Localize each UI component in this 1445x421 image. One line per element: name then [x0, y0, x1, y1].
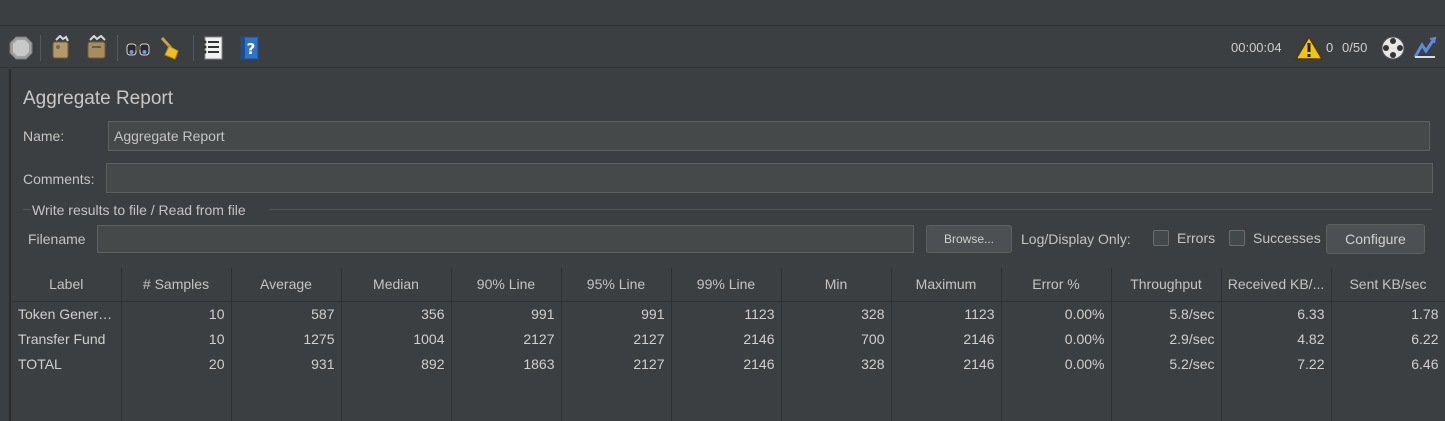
table-cell: 991 — [451, 301, 562, 326]
column-header-throughput[interactable]: Throughput — [1111, 268, 1222, 302]
page-title: Aggregate Report — [23, 88, 173, 109]
table-cell: 20 — [121, 351, 232, 376]
table-cell: 2.9/sec — [1111, 326, 1222, 351]
column-header-min[interactable]: Min — [781, 268, 892, 302]
table-cell: Transfer Fund — [12, 326, 122, 351]
table-cell: 0.00% — [1001, 351, 1112, 376]
errors-label: Errors — [1177, 230, 1216, 246]
comments-label: Comments: — [23, 171, 95, 187]
table-cell: 700 — [781, 326, 892, 351]
browse-button[interactable]: Browse... — [926, 225, 1012, 253]
table-cell: 0.00% — [1001, 326, 1112, 351]
table-empty-area — [12, 376, 1445, 421]
svg-text:?: ? — [247, 40, 256, 58]
table-cell: 1123 — [891, 301, 1002, 326]
table-cell: 2146 — [891, 351, 1002, 376]
table-cell: TOTAL — [12, 351, 122, 376]
table-cell: 328 — [781, 351, 892, 376]
table-cell: 7.22 — [1221, 351, 1332, 376]
column-header-median[interactable]: Median — [341, 268, 452, 302]
table-row[interactable]: TOTAL 20 931 892 1863 2127 2146 328 2146… — [12, 351, 1445, 376]
filename-label: Filename — [28, 231, 86, 247]
errors-checkbox[interactable] — [1153, 230, 1169, 246]
log-viewer-icon[interactable] — [1412, 35, 1438, 61]
table-cell: 991 — [561, 301, 672, 326]
column-header-maximum[interactable]: Maximum — [891, 268, 1002, 302]
warning-count: 0 — [1326, 40, 1334, 55]
table-cell: 1004 — [341, 326, 452, 351]
column-header-label[interactable]: Label — [12, 268, 122, 302]
name-label: Name: — [23, 128, 65, 144]
table-cell: 2146 — [891, 326, 1002, 351]
elapsed-time: 00:00:04 — [1231, 40, 1282, 55]
table-cell: 6.46 — [1331, 351, 1445, 376]
table-cell: 1123 — [671, 301, 782, 326]
table-cell: 4.82 — [1221, 326, 1332, 351]
column-header-90-line[interactable]: 90% Line — [451, 268, 562, 302]
table-cell: 5.8/sec — [1111, 301, 1222, 326]
group-border-left — [23, 209, 31, 210]
column-header-average[interactable]: Average — [231, 268, 342, 302]
clear-icon[interactable] — [48, 34, 74, 61]
table-cell: 2127 — [561, 351, 672, 376]
help-icon[interactable]: ? — [236, 35, 262, 61]
search-icon[interactable] — [124, 35, 150, 61]
table-cell: 356 — [341, 301, 452, 326]
table-cell: 2127 — [451, 326, 562, 351]
panel-left-border — [9, 69, 11, 421]
remote-engines-icon[interactable] — [1380, 35, 1406, 61]
active-threads: 0/50 — [1342, 40, 1368, 55]
table-cell: 931 — [231, 351, 342, 376]
table-row[interactable]: Token Genera... 10 587 356 991 991 1123 … — [12, 301, 1445, 326]
column-header-95-line[interactable]: 95% Line — [561, 268, 672, 302]
table-cell: 10 — [121, 301, 232, 326]
stop-icon[interactable] — [8, 35, 34, 61]
toolbar-separator — [193, 35, 194, 61]
comments-field[interactable] — [106, 163, 1433, 193]
table-cell: 6.33 — [1221, 301, 1332, 326]
table-cell: 6.22 — [1331, 326, 1445, 351]
table-cell: 10 — [121, 326, 232, 351]
column-header-received[interactable]: Received KB/... — [1221, 268, 1332, 302]
table-row[interactable]: Transfer Fund 10 1275 1004 2127 2127 214… — [12, 326, 1445, 351]
reset-search-icon[interactable] — [158, 35, 184, 61]
filename-field[interactable] — [97, 225, 914, 253]
configure-button[interactable]: Configure — [1326, 224, 1425, 254]
table-cell: 2146 — [671, 351, 782, 376]
table-cell: 328 — [781, 301, 892, 326]
warning-icon[interactable] — [1294, 35, 1324, 61]
function-helper-icon[interactable] — [200, 35, 226, 61]
table-header-row: Label # Samples Average Median 90% Line … — [12, 268, 1445, 302]
group-border-right — [270, 209, 1432, 210]
window-top-strip — [0, 0, 1445, 26]
column-header-samples[interactable]: # Samples — [121, 268, 232, 302]
table-cell: 1863 — [451, 351, 562, 376]
table-cell: 2146 — [671, 326, 782, 351]
successes-label: Successes — [1253, 230, 1321, 246]
results-table: Label # Samples Average Median 90% Line … — [12, 268, 1445, 421]
column-header-error[interactable]: Error % — [1001, 268, 1112, 302]
table-cell: 0.00% — [1001, 301, 1112, 326]
table-cell: 1.78 — [1331, 301, 1445, 326]
table-cell: Token Genera... — [12, 301, 122, 326]
table-cell: 5.2/sec — [1111, 351, 1222, 376]
name-field[interactable] — [108, 121, 1430, 151]
log-display-label: Log/Display Only: — [1021, 231, 1131, 247]
table-cell: 892 — [341, 351, 452, 376]
toolbar-separator — [40, 35, 41, 61]
successes-checkbox[interactable] — [1229, 230, 1245, 246]
toolbar: ? 00:00:04 0 0/50 — [0, 27, 1445, 68]
table-cell: 2127 — [561, 326, 672, 351]
toolbar-separator — [117, 35, 118, 61]
column-header-sent[interactable]: Sent KB/sec — [1331, 268, 1445, 302]
group-title: Write results to file / Read from file — [32, 202, 246, 218]
clear-all-icon[interactable] — [84, 34, 110, 61]
table-cell: 587 — [231, 301, 342, 326]
column-header-99-line[interactable]: 99% Line — [671, 268, 782, 302]
table-cell: 1275 — [231, 326, 342, 351]
